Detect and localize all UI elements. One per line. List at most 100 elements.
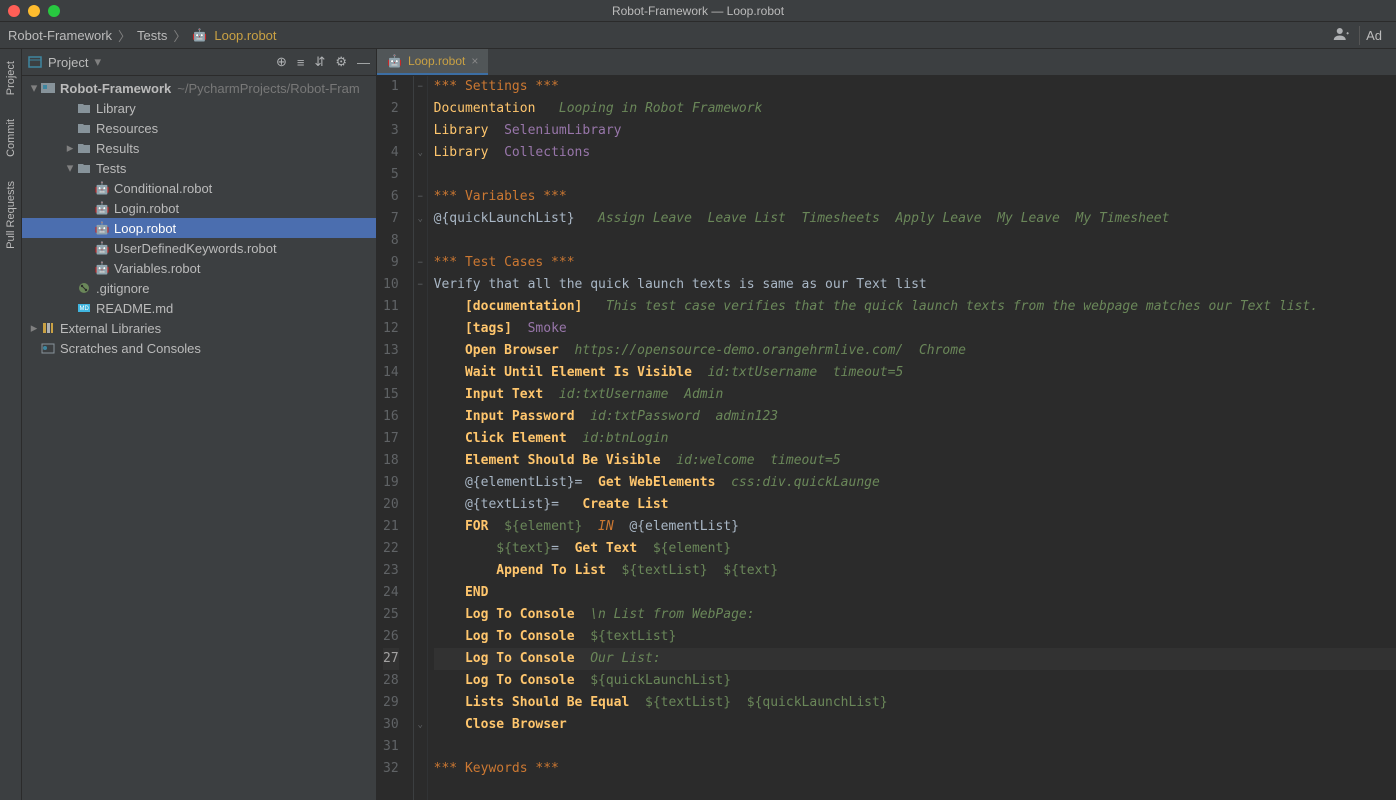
tree-root[interactable]: ▾ Robot-Framework ~/PycharmProjects/Robo… — [22, 78, 376, 98]
chevron-right-icon[interactable]: ▸ — [28, 320, 40, 336]
breadcrumb[interactable]: Robot-Framework 〉 Tests 〉 🤖 Loop.robot — [8, 26, 277, 45]
line-number[interactable]: 9 — [383, 252, 399, 274]
line-number[interactable]: 24 — [383, 582, 399, 604]
line-number[interactable]: 12 — [383, 318, 399, 340]
tree-item-readme-md[interactable]: MDREADME.md — [22, 298, 376, 318]
tree-item-login-robot[interactable]: 🤖Login.robot — [22, 198, 376, 218]
line-number[interactable]: 6 — [383, 186, 399, 208]
code-line[interactable]: *** Keywords *** — [434, 758, 1396, 780]
line-number[interactable]: 18 — [383, 450, 399, 472]
external-libraries[interactable]: ▸ External Libraries — [22, 318, 376, 338]
gear-icon[interactable]: ⚙ — [335, 54, 347, 70]
code-line[interactable]: FOR ${element} IN @{elementList} — [434, 516, 1396, 538]
line-number[interactable]: 21 — [383, 516, 399, 538]
line-number[interactable]: 26 — [383, 626, 399, 648]
tree-item-library[interactable]: Library — [22, 98, 376, 118]
line-number[interactable]: 10 — [383, 274, 399, 296]
code-line[interactable]: [tags] Smoke — [434, 318, 1396, 340]
tree-arrow-icon[interactable]: ▾ — [64, 160, 76, 176]
code-line[interactable]: *** Variables *** — [434, 186, 1396, 208]
code-line[interactable]: END — [434, 582, 1396, 604]
breadcrumb-file[interactable]: Loop.robot — [214, 28, 276, 43]
line-number[interactable]: 13 — [383, 340, 399, 362]
tree-item-loop-robot[interactable]: 🤖Loop.robot — [22, 218, 376, 238]
line-number[interactable]: 17 — [383, 428, 399, 450]
fold-marker-icon[interactable]: ⌄ — [414, 714, 427, 736]
tool-tab-pull-requests[interactable]: Pull Requests — [5, 181, 17, 249]
close-tab-icon[interactable]: × — [471, 54, 478, 68]
code-line[interactable]: Close Browser — [434, 714, 1396, 736]
line-number[interactable]: 7 — [383, 208, 399, 230]
tree-item-variables-robot[interactable]: 🤖Variables.robot — [22, 258, 376, 278]
select-opened-file-icon[interactable]: ⊕ — [276, 54, 287, 70]
line-number[interactable]: 1 — [383, 76, 399, 98]
code-line[interactable]: Click Element id:btnLogin — [434, 428, 1396, 450]
code-line[interactable] — [434, 164, 1396, 186]
code-line[interactable] — [434, 230, 1396, 252]
code-line[interactable]: *** Settings *** — [434, 76, 1396, 98]
minimize-window-icon[interactable] — [28, 5, 40, 17]
collapse-all-icon[interactable]: ⇵ — [314, 54, 325, 70]
line-number[interactable]: 22 — [383, 538, 399, 560]
breadcrumb-folder[interactable]: Tests — [137, 28, 167, 43]
account-icon[interactable] — [1333, 27, 1351, 44]
line-number[interactable]: 5 — [383, 164, 399, 186]
code-line[interactable]: Log To Console Our List: — [434, 648, 1396, 670]
add-config-button[interactable]: Ad — [1359, 26, 1388, 45]
tool-tab-commit[interactable]: Commit — [5, 119, 17, 157]
tree-item-tests[interactable]: ▾Tests — [22, 158, 376, 178]
code-line[interactable]: Append To List ${textList} ${text} — [434, 560, 1396, 582]
chevron-down-icon[interactable]: ▾ — [94, 54, 101, 70]
line-number[interactable]: 15 — [383, 384, 399, 406]
code-line[interactable]: Library Collections — [434, 142, 1396, 164]
tree-arrow-icon[interactable]: ▸ — [64, 140, 76, 156]
line-number[interactable]: 11 — [383, 296, 399, 318]
code-content[interactable]: *** Settings ***Documentation Looping in… — [428, 76, 1396, 800]
code-line[interactable]: ${text}= Get Text ${element} — [434, 538, 1396, 560]
project-tree[interactable]: ▾ Robot-Framework ~/PycharmProjects/Robo… — [22, 76, 376, 800]
tree-item-conditional-robot[interactable]: 🤖Conditional.robot — [22, 178, 376, 198]
code-line[interactable]: *** Test Cases *** — [434, 252, 1396, 274]
line-number[interactable]: 4 — [383, 142, 399, 164]
code-line[interactable]: Log To Console ${textList} — [434, 626, 1396, 648]
breadcrumb-root[interactable]: Robot-Framework — [8, 28, 112, 43]
scratches-consoles[interactable]: Scratches and Consoles — [22, 338, 376, 358]
line-number[interactable]: 19 — [383, 472, 399, 494]
code-line[interactable]: Input Password id:txtPassword admin123 — [434, 406, 1396, 428]
tree-item-userdefinedkeywords-robot[interactable]: 🤖UserDefinedKeywords.robot — [22, 238, 376, 258]
code-line[interactable]: @{textList}= Create List — [434, 494, 1396, 516]
fold-marker-icon[interactable]: ⌄ — [414, 142, 427, 164]
line-number[interactable]: 14 — [383, 362, 399, 384]
tool-tab-project[interactable]: Project — [5, 61, 17, 95]
code-line[interactable]: Library SeleniumLibrary — [434, 120, 1396, 142]
code-line[interactable]: @{elementList}= Get WebElements css:div.… — [434, 472, 1396, 494]
tree-item-resources[interactable]: Resources — [22, 118, 376, 138]
hide-panel-icon[interactable]: — — [357, 55, 370, 70]
code-line[interactable]: Log To Console ${quickLaunchList} — [434, 670, 1396, 692]
code-line[interactable] — [434, 736, 1396, 758]
line-number[interactable]: 3 — [383, 120, 399, 142]
fold-marker-icon[interactable]: − — [414, 76, 427, 98]
code-line[interactable]: Element Should Be Visible id:welcome tim… — [434, 450, 1396, 472]
tree-item-results[interactable]: ▸Results — [22, 138, 376, 158]
fold-gutter[interactable]: −⌄−⌄−−⌄ — [414, 76, 428, 800]
code-editor[interactable]: 1234567891011121314151617181920212223242… — [377, 76, 1396, 800]
code-line[interactable]: Log To Console \n List from WebPage: — [434, 604, 1396, 626]
fold-marker-icon[interactable]: ⌄ — [414, 208, 427, 230]
editor-tab-loop[interactable]: 🤖 Loop.robot × — [377, 49, 488, 75]
line-number[interactable]: 29 — [383, 692, 399, 714]
line-number[interactable]: 28 — [383, 670, 399, 692]
code-line[interactable]: Verify that all the quick launch texts i… — [434, 274, 1396, 296]
code-line[interactable]: Input Text id:txtUsername Admin — [434, 384, 1396, 406]
fold-marker-icon[interactable]: − — [414, 186, 427, 208]
expand-all-icon[interactable]: ≡ — [297, 55, 305, 70]
fold-marker-icon[interactable]: − — [414, 252, 427, 274]
line-number[interactable]: 23 — [383, 560, 399, 582]
code-line[interactable]: Documentation Looping in Robot Framework — [434, 98, 1396, 120]
line-number[interactable]: 30 — [383, 714, 399, 736]
fold-marker-icon[interactable]: − — [414, 274, 427, 296]
line-number[interactable]: 32 — [383, 758, 399, 780]
close-window-icon[interactable] — [8, 5, 20, 17]
line-number[interactable]: 31 — [383, 736, 399, 758]
line-number[interactable]: 27 — [383, 648, 399, 670]
